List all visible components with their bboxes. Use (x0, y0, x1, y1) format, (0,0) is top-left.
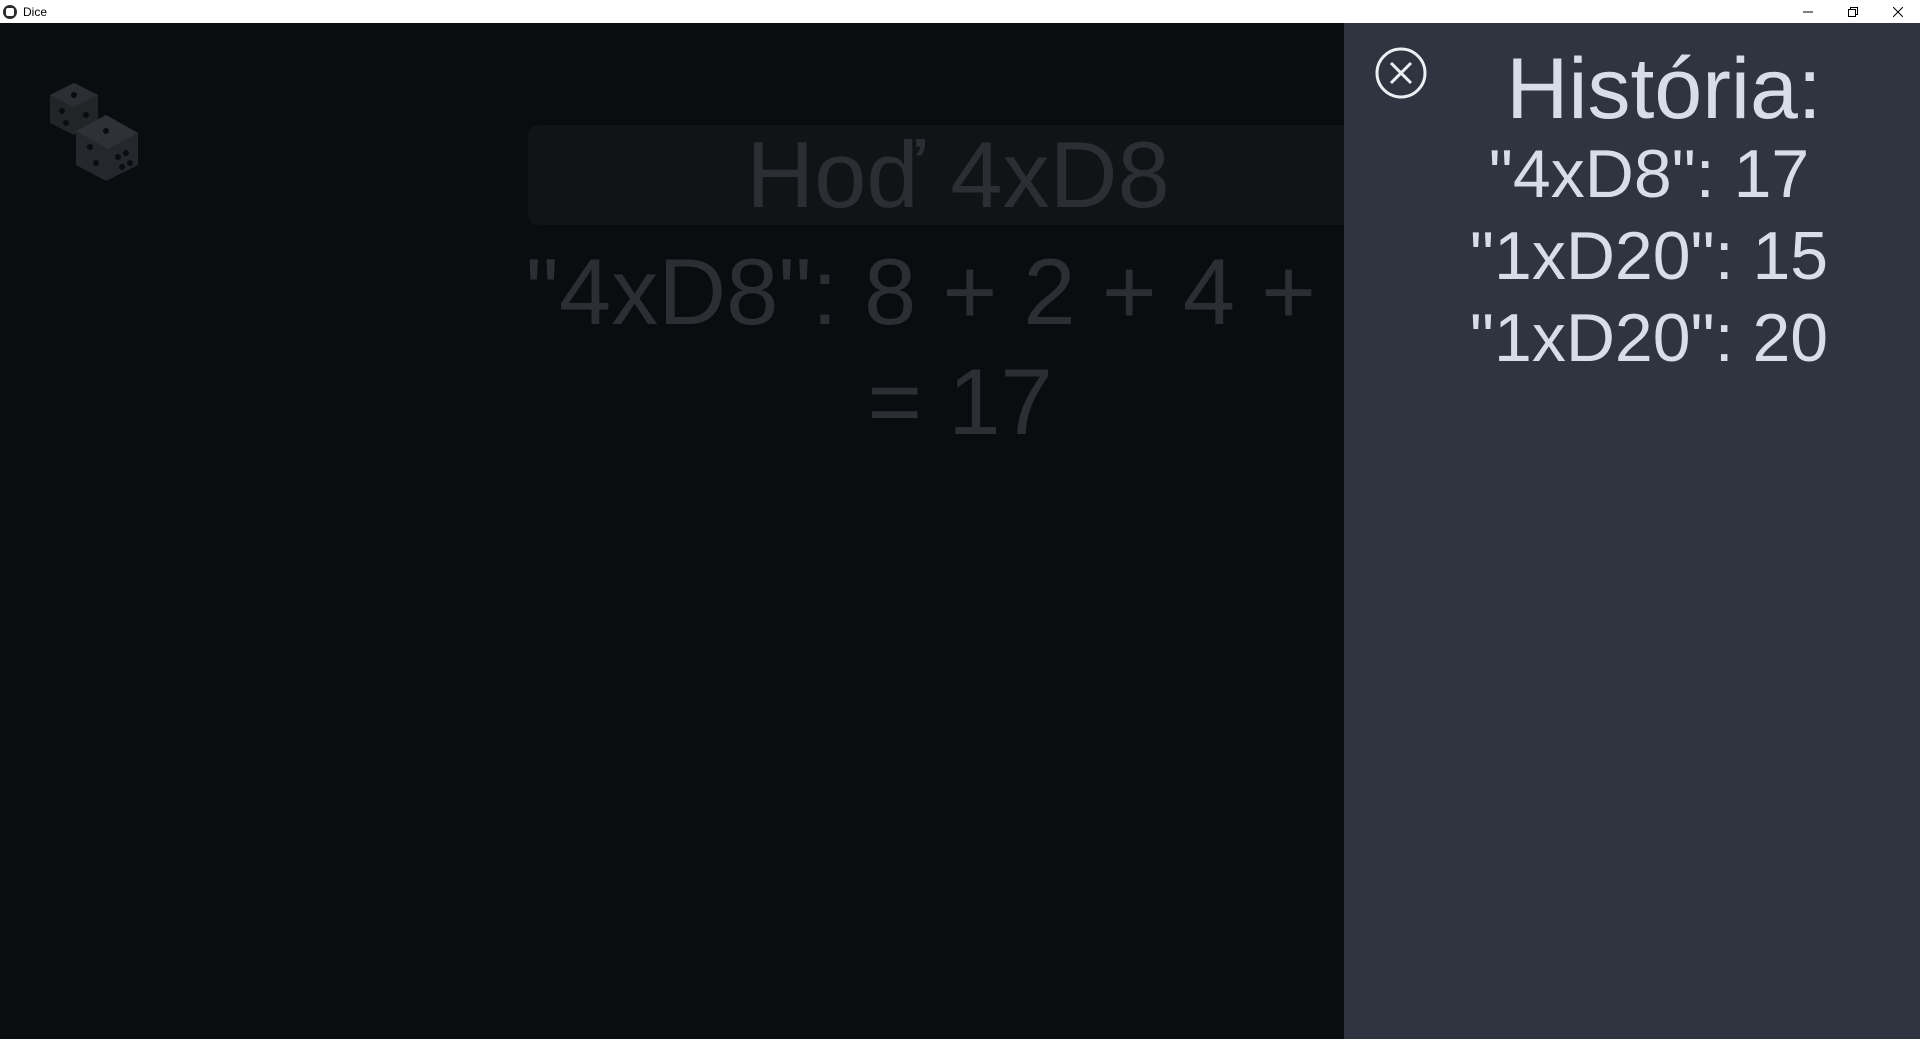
app-window: Dice Hoď 4xD8 "4xD8": 8 + 2 + 4 + 3 = 17… (0, 0, 1920, 1039)
window-title: Dice (23, 4, 48, 19)
roll-result-total: = 17 (867, 349, 1053, 454)
close-window-button[interactable] (1875, 0, 1920, 23)
main-area: Hoď 4xD8 "4xD8": 8 + 2 + 4 + 3 = 17 (0, 23, 1344, 1039)
app-icon (3, 4, 17, 19)
restore-button[interactable] (1830, 0, 1875, 23)
restore-icon (1847, 6, 1858, 17)
title-bar: Dice (0, 0, 1920, 23)
circle-close-icon[interactable] (1374, 46, 1428, 100)
history-title: História: (1506, 41, 1822, 137)
minimize-icon (1802, 11, 1813, 12)
roll-result-breakdown: "4xD8": 8 + 2 + 4 + 3 (525, 239, 1344, 344)
roll-button-label: Hoď 4xD8 (746, 122, 1170, 227)
minimize-button[interactable] (1785, 0, 1830, 23)
history-item: "1xD20": 15 (1469, 218, 1829, 294)
close-icon (1892, 6, 1903, 17)
dice-icon (50, 83, 138, 181)
history-panel: História: "4xD8": 17 "1xD20": 15 "1xD20"… (1344, 23, 1920, 1039)
history-item: "4xD8": 17 (1488, 136, 1810, 212)
history-item: "1xD20": 20 (1469, 300, 1829, 376)
history-list: "4xD8": 17 "1xD20": 15 "1xD20": 20 (1414, 133, 1884, 379)
